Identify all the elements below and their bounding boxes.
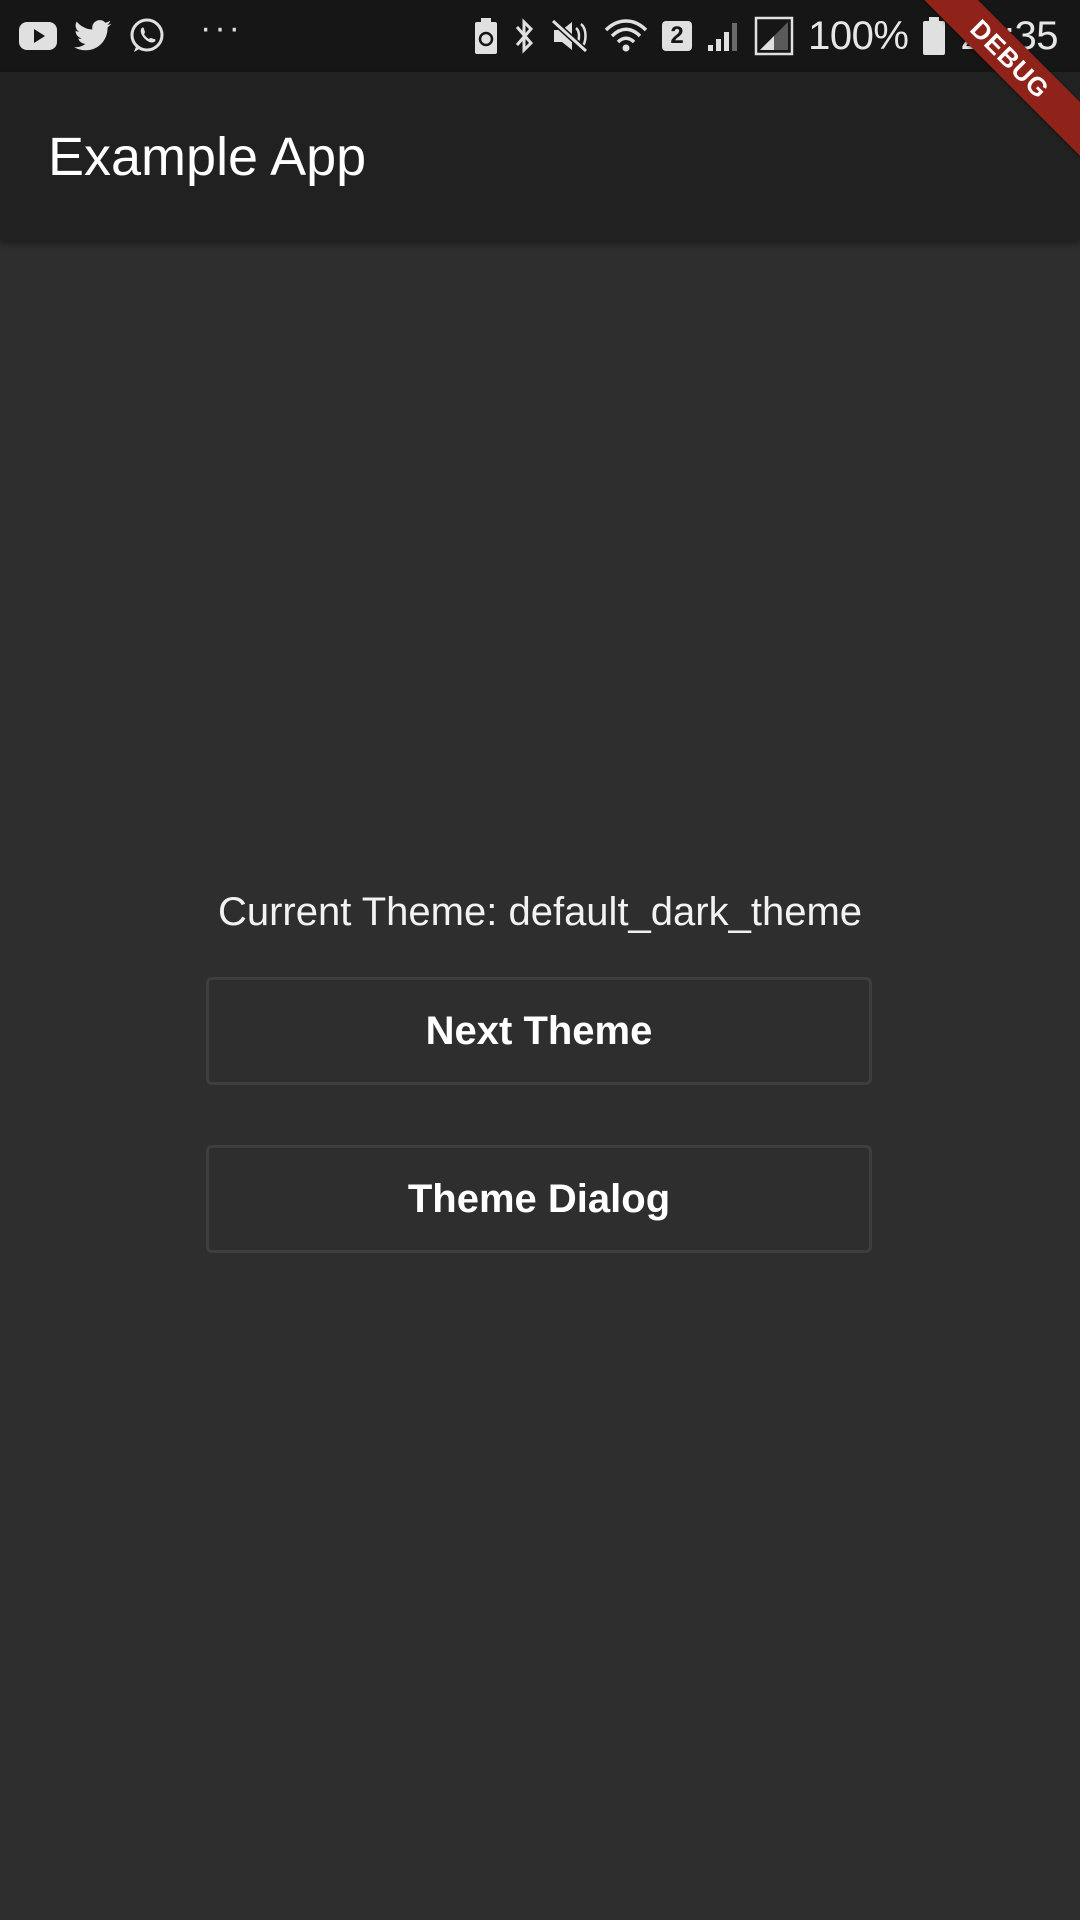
twitter-icon: [74, 20, 112, 52]
status-bar-notifications: ···: [18, 9, 243, 58]
battery-icon: [922, 16, 946, 56]
theme-dialog-button[interactable]: Theme Dialog: [206, 1145, 872, 1253]
youtube-icon: [18, 21, 58, 51]
app-bar: Example App: [0, 72, 1080, 240]
current-theme-label: Current Theme: default_dark_theme: [217, 890, 863, 934]
wifi-icon: [604, 18, 648, 54]
app-screen: ··· 2 100% Example App DEBUG Current The…: [0, 0, 1080, 1920]
whatsapp-icon: [128, 17, 166, 55]
battery-percent: 100%: [808, 13, 909, 58]
battery-saver-icon: [474, 17, 498, 55]
next-theme-button[interactable]: Next Theme: [206, 977, 872, 1085]
status-bar: ··· 2 100%: [0, 0, 1080, 72]
mute-icon: [550, 17, 590, 55]
sim-badge: 2: [662, 21, 693, 51]
signal-sim2-icon: [706, 19, 740, 53]
more-notifications-icon: ···: [200, 9, 243, 47]
main-content: Current Theme: default_dark_theme Next T…: [0, 240, 1080, 1920]
page-title: Example App: [48, 127, 367, 187]
bluetooth-icon: [512, 17, 536, 55]
signal-sim1-icon: [754, 16, 794, 56]
